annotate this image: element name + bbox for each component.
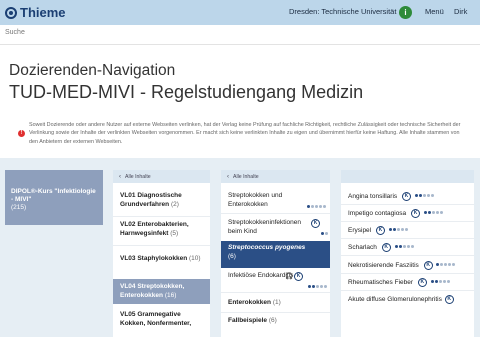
- list-item[interactable]: Impetigo contagiosa K: [341, 209, 474, 219]
- divider: [341, 204, 474, 205]
- institution-selector[interactable]: Dresden: Technische Universität: [289, 7, 396, 16]
- kapitel-icon: K: [375, 226, 385, 235]
- rating-dots: [394, 243, 415, 252]
- divider: [221, 312, 330, 313]
- all-contents-header[interactable]: ‹ Alle Inhalte: [221, 170, 330, 183]
- list-item-selected[interactable]: VL04 Streptokokken, Enterokokken (16): [113, 279, 210, 304]
- divider: [341, 255, 474, 256]
- info-icon[interactable]: i: [399, 6, 412, 19]
- course-card[interactable]: DIPOL®-Kurs "Infektiologie - MIVI" (215): [5, 170, 103, 225]
- rating-dots: [388, 226, 409, 235]
- list-item[interactable]: Erysipel K: [341, 226, 474, 236]
- list-item[interactable]: Akute diffuse Glomerulonephritis K: [341, 295, 474, 305]
- list-item[interactable]: VL05 Gramnegative Kokken, Nonfermenter,: [113, 311, 210, 328]
- disclaimer-text: Soweit Dozierende oder andere Nutzer auf…: [29, 122, 461, 145]
- divider: [221, 292, 330, 293]
- search-input[interactable]: Suche: [5, 29, 25, 36]
- rating-dots: [430, 278, 451, 287]
- kapitel-icon: K: [401, 192, 411, 201]
- thieme-logo-icon: [5, 6, 17, 19]
- kapitel-icon: K: [294, 272, 303, 281]
- kapitel-icon: K: [444, 295, 454, 304]
- course-count: (215): [11, 204, 27, 211]
- list-item[interactable]: Enterokokken (1): [221, 299, 330, 308]
- page-title: Dozierenden-Navigation: [9, 62, 176, 79]
- warning-icon: !: [18, 130, 25, 137]
- lecture-column: ‹ Alle Inhalte VL01 Diagnostische Grundv…: [113, 170, 210, 337]
- chevron-left-icon: ‹: [119, 173, 121, 180]
- rating-dots: [423, 209, 444, 218]
- top-bar: Thieme Dresden: Technische Universität i…: [0, 0, 480, 25]
- rating-dots: [308, 275, 328, 293]
- course-title: DIPOL®-Kurs "Infektiologie - MIVI": [11, 188, 96, 203]
- divider: [113, 245, 210, 246]
- rating-dots: [307, 195, 327, 213]
- divider: [221, 213, 330, 214]
- kapitel-icon: K: [381, 243, 391, 252]
- divider: [0, 44, 480, 45]
- chevron-left-icon: ‹: [227, 173, 229, 180]
- logo-text: Thieme: [20, 5, 66, 20]
- list-item[interactable]: Angina tonsillaris K: [341, 192, 474, 202]
- list-item[interactable]: VL02 Enterobakterien, Harnwegsinfekt (5): [113, 221, 210, 238]
- topic-column: ‹ Alle Inhalte Streptokokken und Enterok…: [221, 170, 330, 337]
- kapitel-icon: K: [411, 209, 420, 218]
- list-item[interactable]: Nekrotisierende Fasziitis K: [341, 261, 474, 271]
- thieme-logo[interactable]: Thieme: [5, 5, 66, 20]
- divider: [341, 238, 474, 239]
- list-item[interactable]: Fallbeispiele (6): [221, 317, 330, 326]
- list-item[interactable]: Scharlach K: [341, 243, 474, 253]
- column-header: [341, 170, 474, 183]
- divider: [341, 221, 474, 222]
- menu-button[interactable]: Menü: [425, 7, 444, 16]
- rating-dots: [436, 261, 456, 270]
- rating-dots: [414, 192, 435, 201]
- list-item[interactable]: VL01 Diagnostische Grundverfahren (2): [113, 192, 210, 209]
- list-item[interactable]: Rheumatisches Fieber K: [341, 278, 474, 288]
- divider: [113, 216, 210, 217]
- divider: [341, 290, 474, 291]
- all-contents-header[interactable]: ‹ Alle Inhalte: [113, 170, 210, 183]
- page-subtitle: TUD-MED-MIVI - Regelstudiengang Medizin: [9, 82, 364, 102]
- audio-icon: 🎧: [285, 273, 294, 280]
- user-button[interactable]: Dirk: [454, 7, 467, 16]
- list-item-selected[interactable]: Streptococcus pyogenes (6): [221, 241, 330, 268]
- divider: [341, 273, 474, 274]
- kapitel-icon: K: [417, 278, 427, 287]
- content-column: Angina tonsillaris K Impetigo contagiosa…: [341, 170, 474, 337]
- list-item[interactable]: VL03 Staphylokokken (10): [113, 255, 210, 264]
- rating-dots: [321, 222, 329, 240]
- kapitel-icon: K: [311, 219, 320, 228]
- kapitel-icon: K: [423, 261, 433, 270]
